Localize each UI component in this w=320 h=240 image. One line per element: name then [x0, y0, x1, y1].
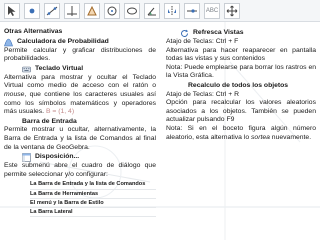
- other-alternatives-title: Otras Alternativas: [4, 28, 63, 35]
- keyboard-icon: [22, 65, 31, 74]
- virtual-keyboard-desc-em: mouse: [4, 90, 25, 98]
- input-bar-desc: Permite mostrar u ocultar, alternativame…: [4, 126, 156, 151]
- virtual-keyboard-title: Teclado Virtual: [35, 64, 84, 72]
- refresh-icon: [180, 29, 189, 38]
- perpendicular-tool-icon[interactable]: [64, 2, 80, 19]
- virtual-keyboard-desc: Alternativa para mostrar y ocultar el Te…: [4, 74, 156, 117]
- layout-option-toolbar[interactable]: La Barra de Herramientas: [30, 190, 156, 199]
- refresh-shortcut: Atajo de Teclas: Ctrl + F: [166, 38, 239, 45]
- point-tool-icon[interactable]: [24, 2, 40, 19]
- left-column: Otras Alternativas Calculadora de Probab…: [4, 28, 156, 218]
- probability-calculator-title: Calculadora de Probabilidad: [17, 37, 109, 45]
- refresh-views-title: Refresca Vistas: [193, 29, 244, 37]
- recalculate-heading[interactable]: Recalculo de todos los objetos: [166, 82, 316, 91]
- recalculate-note-em: sortea: [251, 133, 270, 141]
- probability-calculator-heading[interactable]: Calculadora de Probabilidad: [4, 38, 156, 47]
- probability-calculator-desc: Permite calcular y graficar distribucion…: [4, 46, 156, 63]
- right-column: Refresca Vistas Atajo de Teclas: Ctrl + …: [166, 28, 316, 142]
- input-bar-title: Barra de Entrada: [22, 117, 77, 125]
- move-tool-icon[interactable]: [4, 2, 20, 19]
- recalculate-desc: Opción para recalcular los valores aleat…: [166, 99, 316, 124]
- polygon-tool-icon[interactable]: [84, 2, 100, 19]
- layout-option-sidebar[interactable]: La Barra Lateral: [30, 208, 156, 218]
- layout-title: Disposición...: [35, 153, 80, 161]
- virtual-keyboard-desc-1: Alternativa para mostrar y ocultar el Te…: [4, 73, 156, 90]
- layout-options-list: La Barra de Entrada y la lista de Comand…: [30, 180, 156, 218]
- angle-tool-icon[interactable]: [144, 2, 160, 19]
- point-b-label: B = (1, 4): [45, 108, 75, 116]
- ellipse-tool-icon[interactable]: [124, 2, 140, 19]
- refresh-note: Nota: Puede emplearse para borrar los ra…: [166, 63, 316, 80]
- layout-option-input-bar[interactable]: La Barra de Entrada y la lista de Comand…: [30, 180, 156, 190]
- reflect-tool-icon[interactable]: [164, 2, 180, 19]
- layout-desc: Este submenú abre el cuadro de diálogo q…: [4, 162, 156, 178]
- virtual-keyboard-desc-2: , que contiene los caracteres usuales as…: [4, 90, 156, 116]
- layout-icon: [22, 153, 31, 162]
- line-tool-icon[interactable]: [44, 2, 60, 19]
- recalculate-note-2: nuevamente.: [269, 133, 312, 141]
- recalculate-title: Recalculo de todos los objetos: [188, 81, 289, 89]
- refresh-desc: Alternativa para hacer reaparecer en pan…: [166, 46, 316, 63]
- slider-tool-icon[interactable]: [184, 2, 200, 19]
- probability-calculator-icon: [4, 38, 13, 47]
- input-bar-heading[interactable]: Barra de Entrada: [4, 118, 156, 127]
- text-tool-icon[interactable]: ABC: [204, 2, 220, 19]
- refresh-views-heading[interactable]: Refresca Vistas: [166, 29, 316, 38]
- recalculate-note: Nota: Si en el boceto figura algún númer…: [166, 125, 316, 142]
- toolbar: ABC: [0, 0, 320, 22]
- recalculate-shortcut: Atajo de Teclas: Ctrl + R: [166, 90, 239, 98]
- layout-option-menu-stylebar[interactable]: El menú y la Barra de Estilo: [30, 199, 156, 208]
- circle-tool-icon[interactable]: [104, 2, 120, 19]
- virtual-keyboard-heading[interactable]: Teclado Virtual: [4, 65, 156, 74]
- text-tool-label: ABC: [205, 7, 219, 14]
- layout-heading[interactable]: Disposición...: [4, 153, 156, 162]
- move-view-tool-icon[interactable]: [224, 2, 240, 19]
